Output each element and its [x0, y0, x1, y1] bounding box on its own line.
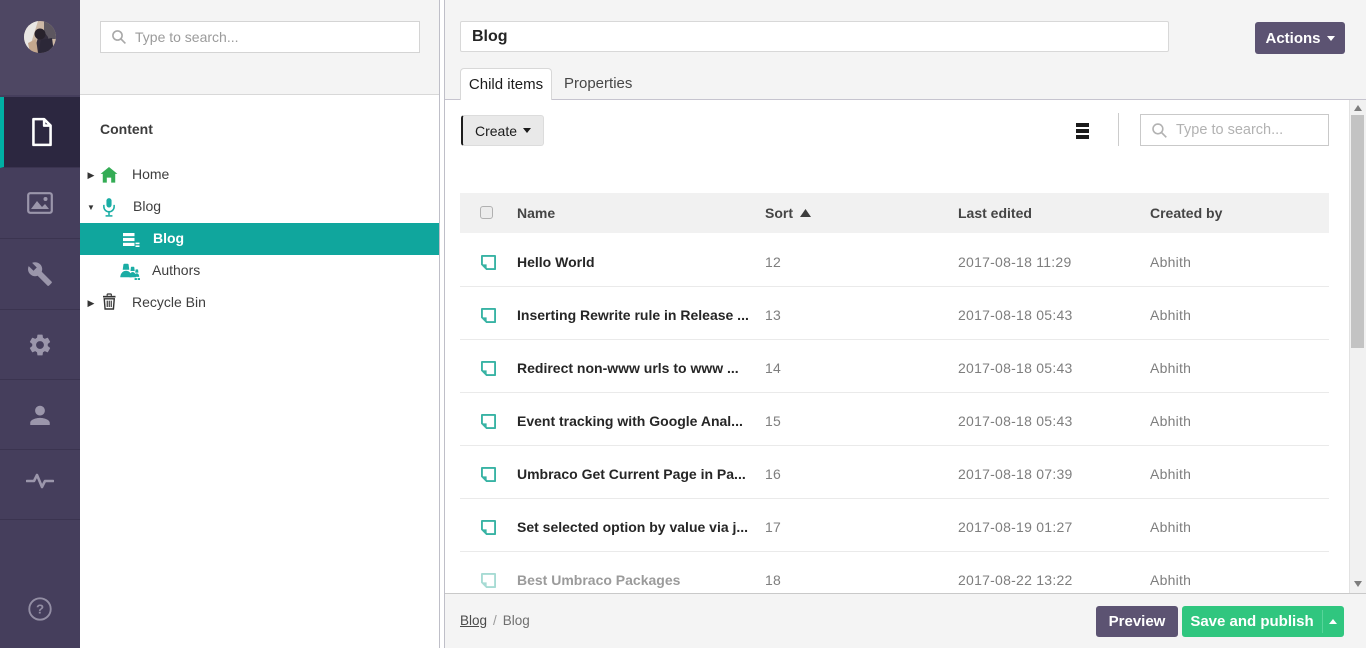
svg-text:?: ?	[36, 602, 44, 617]
